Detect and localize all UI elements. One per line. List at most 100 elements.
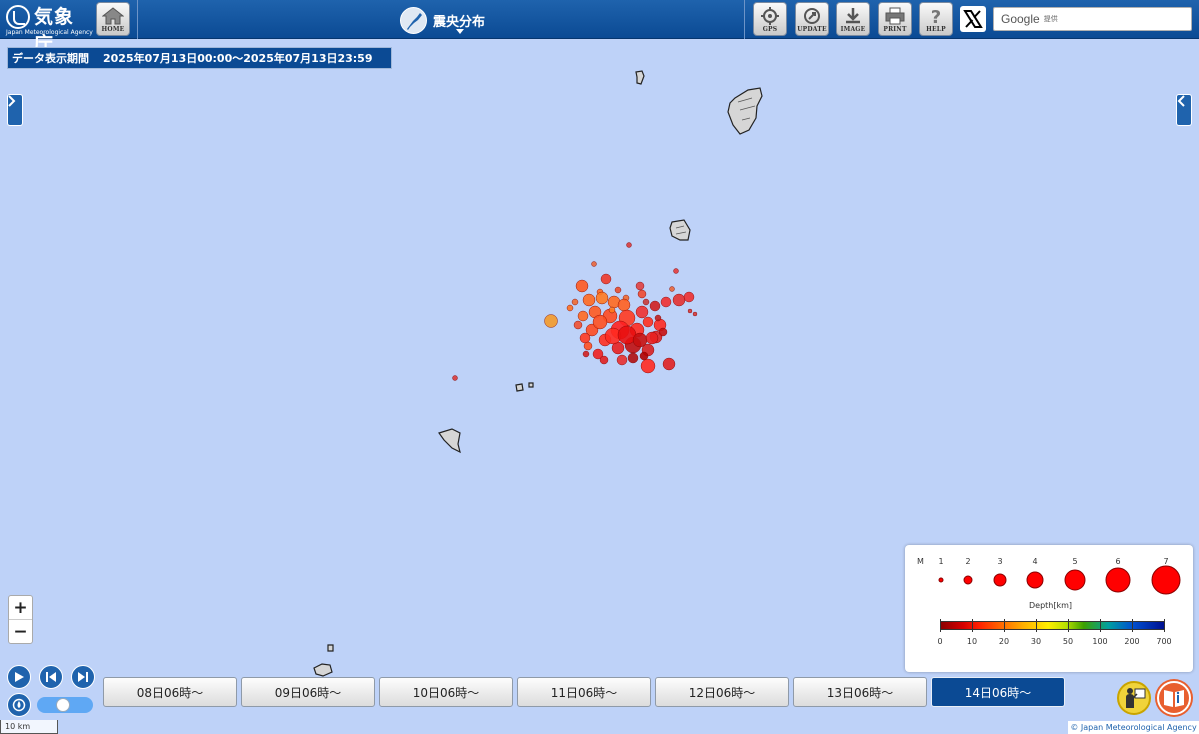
epicenter-marker[interactable] <box>566 304 574 312</box>
opacity-slider[interactable] <box>37 697 93 713</box>
svg-text:?: ? <box>931 7 941 25</box>
epicenter-marker[interactable] <box>632 332 648 348</box>
timeline-day-button-active[interactable]: 14日06時～ <box>931 677 1065 707</box>
help-button[interactable]: ? HELP <box>919 2 953 36</box>
epicenter-marker[interactable] <box>582 350 590 358</box>
epicenter-marker[interactable] <box>673 268 679 274</box>
manual-button[interactable] <box>1157 681 1191 715</box>
epicenter-marker[interactable] <box>640 358 656 374</box>
right-panel-toggle[interactable] <box>1176 94 1192 126</box>
epicenter-marker[interactable] <box>669 286 675 292</box>
epicenter-marker[interactable] <box>544 314 558 328</box>
epicenter-marker[interactable] <box>660 296 672 308</box>
skip-forward-button[interactable] <box>71 665 95 689</box>
epicenter-marker[interactable] <box>591 261 597 267</box>
epicenter-marker[interactable] <box>616 354 628 366</box>
x-share-button[interactable] <box>960 6 986 32</box>
x-logo-icon <box>963 10 983 28</box>
japan-map-icon <box>400 6 427 34</box>
epicenter-marker[interactable] <box>654 314 662 322</box>
epicenter-marker[interactable] <box>617 298 631 312</box>
epicenter-marker[interactable] <box>635 281 645 291</box>
depth-tick <box>940 619 941 632</box>
depth-tick <box>1164 619 1165 632</box>
epicenter-marker[interactable] <box>571 298 579 306</box>
google-search-input[interactable]: Google 提供 <box>993 7 1192 31</box>
epicenter-markers <box>452 242 698 381</box>
timeline-day-button[interactable]: 11日06時～ <box>517 677 651 707</box>
update-button[interactable]: UPDATE <box>795 2 829 36</box>
epicenter-marker[interactable] <box>573 320 583 330</box>
timeline-day-button[interactable]: 13日06時～ <box>793 677 927 707</box>
epicenter-marker[interactable] <box>683 291 695 303</box>
book-icon <box>1164 690 1184 707</box>
legend-mag-marker <box>1026 571 1044 589</box>
epicenter-marker[interactable] <box>599 355 609 365</box>
image-button[interactable]: IMAGE <box>836 2 870 36</box>
jma-logo[interactable]: 気象庁 Japan Meteorological Agency <box>6 3 93 55</box>
skip-back-button[interactable] <box>39 665 63 689</box>
depth-label: 700 <box>1156 637 1172 646</box>
epicenter-marker[interactable] <box>608 306 616 314</box>
epicenter-marker[interactable] <box>614 286 622 294</box>
epicenter-marker[interactable] <box>649 300 661 312</box>
depth-tick <box>1100 619 1101 632</box>
epicenter-marker[interactable] <box>582 293 596 307</box>
epicenter-marker[interactable] <box>645 331 659 345</box>
epicenter-marker[interactable] <box>642 316 654 328</box>
legend-mag-label: 4 <box>1032 557 1038 566</box>
timeline-day-button[interactable]: 12日06時～ <box>655 677 789 707</box>
header-divider <box>744 0 745 39</box>
timeline-day-button[interactable]: 10日06時～ <box>379 677 513 707</box>
depth-label: 20 <box>998 637 1010 646</box>
opacity-slider-handle[interactable] <box>56 698 70 712</box>
zoom-in-button[interactable]: + <box>9 596 32 620</box>
left-panel-toggle[interactable] <box>7 94 23 126</box>
epicenter-marker[interactable] <box>592 314 608 330</box>
epicenter-marker[interactable] <box>672 293 686 307</box>
epicenter-marker[interactable] <box>642 298 650 306</box>
scale-bar: 10 km <box>0 720 58 734</box>
epicenter-marker[interactable] <box>639 351 649 361</box>
guide-button[interactable] <box>1117 681 1151 715</box>
legend-mag-marker <box>993 573 1007 587</box>
print-button[interactable]: PRINT <box>878 2 912 36</box>
epicenter-marker[interactable] <box>626 242 632 248</box>
epicenter-marker[interactable] <box>575 279 589 293</box>
epicenter-marker[interactable] <box>595 291 609 305</box>
skip-forward-icon <box>78 672 88 682</box>
depth-label: 100 <box>1092 637 1108 646</box>
depth-tick <box>1068 619 1069 632</box>
epicenter-marker[interactable] <box>637 289 647 299</box>
legend-mag-marker <box>1064 569 1086 591</box>
depth-tick <box>1004 619 1005 632</box>
zoom-out-button[interactable]: − <box>9 620 32 644</box>
gps-button[interactable]: GPS <box>753 2 787 36</box>
epicenter-marker[interactable] <box>577 310 589 322</box>
map-type-selector[interactable]: 震央分布 <box>400 5 485 35</box>
legend-mag-label: 6 <box>1115 557 1121 566</box>
epicenter-marker[interactable] <box>687 308 693 314</box>
epicenter-marker[interactable] <box>658 327 668 337</box>
epicenter-marker[interactable] <box>692 311 698 317</box>
play-button[interactable] <box>7 665 31 689</box>
timeline-day-button[interactable]: 09日06時～ <box>241 677 375 707</box>
epicenter-marker[interactable] <box>583 341 593 351</box>
epicenter-marker[interactable] <box>579 332 591 344</box>
island <box>727 87 763 135</box>
update-icon <box>804 8 820 24</box>
legend-mag-marker <box>938 577 944 583</box>
epicenter-marker[interactable] <box>635 305 649 319</box>
home-button[interactable]: HOME <box>96 2 130 36</box>
header-bar: 気象庁 Japan Meteorological Agency HOME 震央分… <box>0 0 1199 55</box>
timeline-day-button[interactable]: 08日06時～ <box>103 677 237 707</box>
data-period-box: データ表示期間 2025年07月13日00:00～2025年07月13日23:5… <box>7 47 392 69</box>
epicenter-marker[interactable] <box>452 375 458 381</box>
copyright-credit: © Japan Meteorological Agency <box>1068 721 1199 734</box>
period-label: データ表示期間 <box>12 52 89 65</box>
island <box>313 663 333 677</box>
epicenter-marker[interactable] <box>662 357 676 371</box>
epicenter-marker[interactable] <box>627 352 639 364</box>
chevron-right-icon <box>8 95 16 107</box>
epicenter-marker[interactable] <box>600 273 612 285</box>
